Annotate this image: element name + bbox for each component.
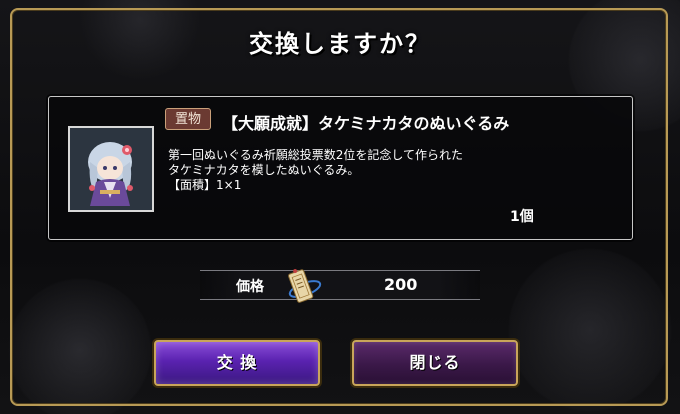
ticket-icon — [283, 265, 323, 307]
price-value: 200 — [384, 275, 418, 294]
item-description: 第一回ぬいぐるみ祈願総投票数2位を記念して作られた タケミナカタを模したぬいぐる… — [168, 148, 608, 193]
close-button[interactable]: 閉じる — [352, 340, 518, 386]
dialog-title: 交換しますか？ — [249, 30, 431, 58]
item-thumbnail — [68, 126, 154, 212]
item-name: 【大願成就】タケミナカタのぬいぐるみ — [222, 114, 510, 133]
exchange-button[interactable]: 交 換 — [154, 340, 320, 386]
plush-character-icon — [70, 128, 152, 210]
item-quantity: 1個 — [510, 209, 534, 225]
description-line: 【面積】1×1 — [168, 178, 242, 192]
description-line: 第一回ぬいぐるみ祈願総投票数2位を記念して作られた — [168, 148, 464, 162]
item-category-tag: 置物 — [165, 108, 211, 130]
description-line: タケミナカタを模したぬいぐるみ。 — [168, 163, 360, 177]
price-label: 価格 — [236, 279, 264, 295]
